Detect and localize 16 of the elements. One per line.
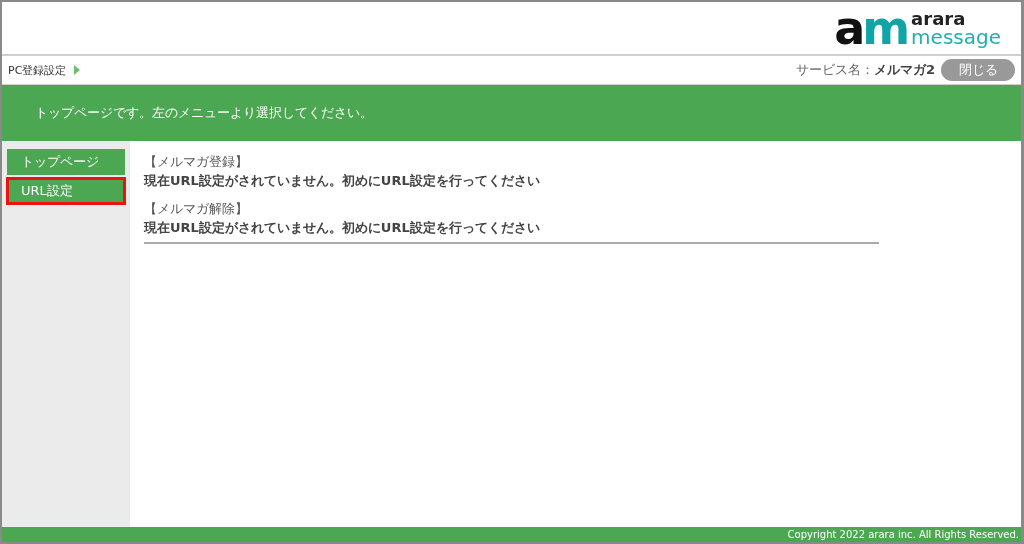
menu-item[interactable]: URL設定 <box>7 178 125 204</box>
service-label: サービス名： <box>795 61 874 79</box>
copyright-text: Copyright 2022 arara inc. All Rights Reserved. <box>787 529 1019 540</box>
logo-mark: am <box>834 8 908 48</box>
breadcrumb-label: PC登録設定 <box>8 62 67 78</box>
menu-item[interactable]: トップページ <box>7 149 125 175</box>
section-heading: 【メルマガ解除】 <box>144 200 249 218</box>
section-heading: 【メルマガ登録】 <box>144 153 249 171</box>
banner-text: トップページです。左のメニューより選択してください。 <box>35 104 373 122</box>
triangle-icon <box>74 65 81 75</box>
section-message: 現在URL設定がされていません。初めにURL設定を行ってください <box>144 219 541 237</box>
close-button[interactable]: 閉じる <box>941 59 1015 81</box>
service-name: メルマガ2 <box>873 61 935 79</box>
logo-text: arara <box>911 10 967 28</box>
logo-text: message <box>911 28 1001 46</box>
section-message: 現在URL設定がされていません。初めにURL設定を行ってください <box>144 172 541 190</box>
